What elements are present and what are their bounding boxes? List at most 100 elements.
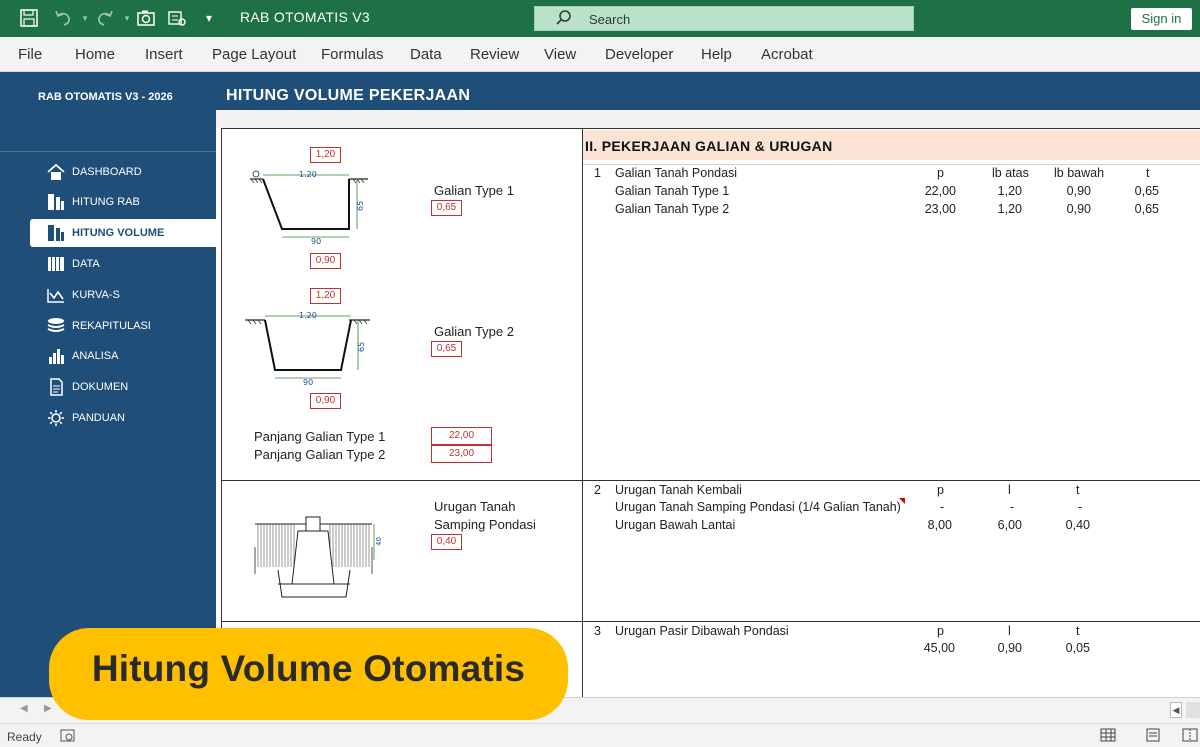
scroll-left-icon[interactable]: ◀	[20, 703, 28, 714]
redo-icon[interactable]	[94, 7, 116, 29]
panjang-type-1-input[interactable]: 22,00	[431, 427, 492, 445]
sign-in-button[interactable]: Sign in	[1131, 8, 1192, 30]
sidebar-item-dashboard[interactable]: DASHBOARD	[30, 158, 216, 186]
tab-data[interactable]: Data	[410, 46, 442, 63]
column-header: lb atas	[992, 166, 1029, 180]
cell-value[interactable]: 0,90	[1045, 202, 1091, 216]
sidebar-item-data[interactable]: DATA	[30, 250, 216, 278]
undo-icon[interactable]	[52, 7, 74, 29]
cell-value[interactable]: 0,40	[1044, 518, 1090, 532]
sidebar-item-label: HITUNG VOLUME	[72, 227, 165, 239]
grid-line	[221, 128, 1200, 129]
search-box[interactable]: Search	[534, 6, 914, 31]
urugan-label-line2: Samping Pondasi	[434, 517, 536, 532]
curve-icon	[47, 289, 64, 303]
cell-value[interactable]: 45,00	[909, 641, 955, 655]
tab-acrobat[interactable]: Acrobat	[761, 46, 813, 63]
comment-indicator-icon	[899, 498, 905, 504]
tab-home[interactable]: Home	[75, 46, 115, 63]
tab-page-layout[interactable]: Page Layout	[212, 46, 296, 63]
camera-icon[interactable]	[135, 7, 157, 29]
dim-bottom: 90	[303, 378, 313, 386]
column-header: l	[1008, 483, 1011, 497]
cell-value[interactable]: 0,05	[1044, 641, 1090, 655]
sidebar-item-dokumen[interactable]: DOKUMEN	[30, 373, 216, 401]
page-break-view-icon[interactable]	[1182, 728, 1198, 742]
cell-value[interactable]: 0,90	[1045, 184, 1091, 198]
top-width-input[interactable]: 1,20	[310, 147, 341, 163]
calculator-icon	[48, 194, 64, 210]
column-header: p	[937, 624, 944, 638]
grid-line	[221, 128, 222, 698]
cell-value[interactable]: 0,65	[1113, 202, 1159, 216]
urugan-height-input[interactable]: 0,40	[431, 534, 462, 550]
row-name[interactable]: Urugan Tanah Samping Pondasi (1/4 Galian…	[615, 500, 901, 514]
title-bar: ▾ ▾ ▾ RAB OTOMATIS V3 Search Sign in	[0, 0, 1200, 37]
horizontal-scrollbar[interactable]	[1186, 702, 1200, 718]
tab-review[interactable]: Review	[470, 46, 519, 63]
cell-value[interactable]: -	[1010, 500, 1014, 514]
save-icon[interactable]	[18, 7, 40, 29]
document-icon	[50, 378, 63, 396]
panjang-type-2-input[interactable]: 23,00	[431, 445, 492, 463]
row-name[interactable]: Galian Tanah Type 1	[615, 184, 729, 198]
sidebar-item-label: DOKUMEN	[72, 381, 129, 393]
cell-value[interactable]: 8,00	[906, 518, 952, 532]
urugan-label-line1: Urugan Tanah	[434, 499, 516, 514]
grid-line	[221, 480, 1200, 481]
customize-toolbar-icon[interactable]: ▾	[198, 7, 220, 29]
tab-developer[interactable]: Developer	[605, 46, 673, 63]
tab-view[interactable]: View	[544, 46, 576, 63]
normal-view-icon[interactable]	[1100, 728, 1116, 742]
cell-value[interactable]: -	[940, 500, 944, 514]
sidebar-item-hitung-rab[interactable]: HITUNG RAB	[30, 188, 216, 216]
row-name[interactable]: Galian Tanah Type 2	[615, 202, 729, 216]
cell-value[interactable]: 0,90	[976, 641, 1022, 655]
hscroll-left-icon[interactable]: ◀	[1170, 702, 1182, 718]
bottom-width-input[interactable]: 0,90	[310, 253, 341, 269]
sidebar-item-panduan[interactable]: PANDUAN	[30, 404, 216, 432]
tab-help[interactable]: Help	[701, 46, 732, 63]
panjang-type-2-label: Panjang Galian Type 2	[254, 447, 386, 462]
cell-value[interactable]: 6,00	[976, 518, 1022, 532]
undo-dropdown-icon[interactable]: ▾	[74, 7, 96, 29]
scroll-right-icon[interactable]: ▶	[44, 703, 52, 714]
sidebar-item-analisa[interactable]: ANALISA	[30, 342, 216, 370]
gear-icon	[48, 410, 64, 426]
section-title: II. PEKERJAAN GALIAN & URUGAN	[585, 138, 833, 154]
cell-value[interactable]: 22,00	[910, 184, 956, 198]
bottom-width-input[interactable]: 0,90	[310, 393, 341, 409]
sidebar-item-label: PANDUAN	[72, 412, 125, 424]
tab-insert[interactable]: Insert	[145, 46, 183, 63]
cell-value[interactable]: 1,20	[976, 184, 1022, 198]
sidebar-item-rekapitulasi[interactable]: REKAPITULASI	[30, 312, 216, 340]
cell-value[interactable]: 23,00	[910, 202, 956, 216]
dim-side: 40	[375, 537, 383, 546]
cell-value[interactable]: -	[1078, 500, 1082, 514]
form-icon[interactable]	[166, 7, 188, 29]
group-number: 1	[594, 166, 601, 180]
depth-input[interactable]: 0,65	[431, 200, 462, 216]
cell-value[interactable]: 0,65	[1113, 184, 1159, 198]
section-header: II. PEKERJAAN GALIAN & URUGAN	[583, 130, 1200, 160]
tab-file[interactable]: File	[18, 46, 42, 63]
tab-formulas[interactable]: Formulas	[321, 46, 384, 63]
sidebar-item-label: KURVA-S	[72, 289, 120, 301]
top-width-input[interactable]: 1,20	[310, 288, 341, 304]
sidebar-item-hitung-volume[interactable]: HITUNG VOLUME	[30, 219, 216, 247]
grid-line	[221, 621, 1200, 622]
ribbon-tabs: File Home Insert Page Layout Formulas Da…	[0, 37, 1200, 72]
cell-value[interactable]: 1,20	[976, 202, 1022, 216]
accessibility-icon[interactable]	[60, 729, 76, 743]
sidebar-item-kurva-s[interactable]: KURVA-S	[30, 281, 216, 309]
window-title: RAB OTOMATIS V3	[240, 9, 371, 25]
group-number: 3	[594, 624, 601, 638]
promo-banner: Hitung Volume Otomatis	[49, 628, 568, 720]
header-gap	[216, 110, 1200, 128]
depth-input[interactable]: 0,65	[431, 341, 462, 357]
page-layout-view-icon[interactable]	[1145, 728, 1161, 742]
dim-bottom: 90	[311, 237, 321, 245]
row-name[interactable]: Urugan Bawah Lantai	[615, 518, 735, 532]
grid-line	[582, 128, 583, 698]
galian-type-2-diagram: 1.20 65 90	[245, 311, 370, 386]
